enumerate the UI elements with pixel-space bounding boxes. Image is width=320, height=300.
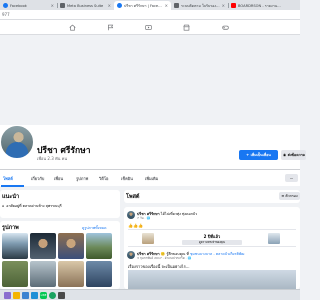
posts-title: โพสต์ bbox=[126, 194, 140, 200]
filter-button[interactable]: ≡ ตัวกรอง bbox=[279, 192, 300, 200]
os-taskbar: LINE bbox=[0, 289, 300, 300]
post-author-avatar[interactable] bbox=[127, 251, 135, 259]
photo-thumbnail[interactable] bbox=[2, 261, 28, 287]
memory-card[interactable]: 2 ปีที่แล้ว ดูความทรงจำของคุณ bbox=[128, 229, 296, 247]
shared-post-timestamp[interactable]: 3 กุมภาพันธ์ 2017 · อำเภอปากเกร็ด · 🌐 bbox=[137, 256, 191, 261]
add-friend-label: เพิ่มเป็นเพื่อน bbox=[250, 153, 271, 157]
more-options-button[interactable]: ··· bbox=[285, 174, 298, 182]
tab-label: ปรีชา ศรีรักษา | Facebook bbox=[124, 3, 163, 8]
tab-checkins[interactable]: เช็คอิน bbox=[121, 175, 133, 182]
message-label: ส่งข้อความ bbox=[287, 153, 306, 157]
document-icon bbox=[60, 3, 65, 8]
browser-tab-strip: Facebook × Meta Business Suite × ปรีชา ศ… bbox=[0, 0, 300, 10]
tab-about[interactable]: เกี่ยวกับ bbox=[31, 175, 44, 182]
line-app-icon[interactable]: LINE bbox=[40, 292, 47, 299]
profile-avatar[interactable] bbox=[0, 125, 34, 159]
document-icon bbox=[174, 3, 179, 8]
address-bar[interactable]: 977 bbox=[0, 10, 300, 20]
browser-tab-medical[interactable]: ระบบติดตาม ใบรับรองแพทย์ออนไลน์ × bbox=[171, 1, 228, 10]
intro-location: ⌂ อาศัยอยู่ที่ ตลาดด่านช้าง สุพรรณบุรี bbox=[2, 203, 62, 209]
facebook-icon bbox=[117, 3, 122, 8]
app-launcher-icon[interactable] bbox=[4, 292, 11, 299]
tab-label: ระบบติดตาม ใบรับรองแพทย์ออนไลน์ bbox=[181, 3, 220, 8]
add-friend-icon: + bbox=[246, 153, 250, 157]
posts-header: โพสต์ ≡ ตัวกรอง bbox=[124, 190, 300, 203]
photo-thumbnail[interactable] bbox=[86, 233, 112, 259]
filter-icon: ≡ bbox=[281, 194, 285, 198]
post-card: ปรีชา ศรีรักษา ได้ไปเที่ยวทุ่ง ทุ่งดอกบั… bbox=[124, 207, 300, 289]
app-icon[interactable] bbox=[58, 292, 65, 299]
tab-videos[interactable]: วิดีโอ bbox=[99, 175, 108, 182]
messenger-icon: ◉ bbox=[283, 153, 287, 157]
filter-label: ตัวกรอง bbox=[285, 194, 298, 198]
youtube-icon bbox=[231, 3, 236, 8]
tab-more[interactable]: เพิ่มเติม bbox=[145, 175, 158, 182]
photo-thumbnail[interactable] bbox=[58, 233, 84, 259]
edge-icon[interactable] bbox=[31, 292, 38, 299]
cover-photo-area bbox=[0, 35, 300, 125]
photo-thumbnail[interactable] bbox=[58, 261, 84, 287]
photo-thumbnail[interactable] bbox=[86, 261, 112, 287]
marketplace-icon[interactable] bbox=[182, 23, 190, 31]
tab-friends[interactable]: เพื่อน bbox=[54, 175, 63, 182]
tab-photos[interactable]: รูปภาพ bbox=[76, 175, 88, 182]
intro-location-text: อาศัยอยู่ที่ ตลาดด่านช้าง สุพรรณบุรี bbox=[6, 204, 62, 208]
photos-title: รูปภาพ bbox=[2, 225, 19, 231]
profile-tabs: โพสต์ เกี่ยวกับ เพื่อน รูปภาพ วิดีโอ เช็… bbox=[0, 169, 300, 187]
see-all-photos-link[interactable]: ดูรูปภาพทั้งหมด bbox=[82, 225, 107, 231]
url-text: 977 bbox=[2, 12, 10, 17]
close-icon[interactable]: × bbox=[165, 3, 168, 8]
post-action: ได้ไปเที่ยวทุ่ง ทุ่งดอกบัว bbox=[159, 212, 198, 216]
close-icon[interactable]: × bbox=[108, 3, 111, 8]
browser-icon[interactable] bbox=[22, 292, 29, 299]
file-explorer-icon[interactable] bbox=[13, 292, 20, 299]
photo-thumbnail[interactable] bbox=[30, 261, 56, 287]
post-image[interactable] bbox=[128, 270, 296, 289]
browser-tab-meta-business[interactable]: Meta Business Suite × bbox=[57, 1, 114, 10]
intro-title: แนะนำ bbox=[2, 194, 20, 200]
facebook-icon bbox=[3, 3, 8, 8]
intro-card: แนะนำ ⌂ อาศัยอยู่ที่ ตลาดด่านช้าง สุพรรณ… bbox=[0, 190, 120, 218]
tab-label: Meta Business Suite bbox=[67, 3, 104, 8]
reaction-emojis: 👍👍👍 bbox=[128, 223, 143, 228]
photo-thumbnail[interactable] bbox=[30, 233, 56, 259]
tab-posts[interactable]: โพสต์ bbox=[3, 175, 13, 182]
tab-label: Facebook bbox=[10, 3, 27, 8]
facebook-top-nav bbox=[0, 20, 300, 35]
close-icon[interactable]: × bbox=[51, 3, 54, 8]
friend-count[interactable]: เพื่อน 2.3 พัน คน bbox=[37, 155, 67, 162]
message-button[interactable]: ◉ ส่งข้อความ bbox=[281, 150, 306, 160]
video-icon[interactable] bbox=[144, 23, 152, 31]
browser-tab-boardrson[interactable]: BOARDRSON - รายงานผลโพล bbox=[228, 1, 285, 10]
home-icon[interactable] bbox=[68, 23, 76, 31]
memory-subtitle[interactable]: ดูความทรงจำของคุณ bbox=[182, 240, 242, 245]
gaming-icon[interactable] bbox=[221, 23, 229, 31]
photo-thumbnail[interactable] bbox=[2, 233, 28, 259]
photos-card: รูปภาพ ดูรูปภาพทั้งหมด bbox=[0, 221, 120, 289]
add-friend-button[interactable]: + เพิ่มเป็นเพื่อน bbox=[239, 150, 278, 160]
tab-label: BOARDRSON - รายงานผลโพล bbox=[238, 3, 282, 8]
browser-tab-profile[interactable]: ปรีชา ศรีรักษา | Facebook × bbox=[114, 1, 171, 10]
browser-tab-facebook[interactable]: Facebook × bbox=[0, 1, 57, 10]
post-timestamp[interactable]: 7 วัน · 🌐 bbox=[137, 216, 150, 221]
home-icon: ⌂ bbox=[2, 204, 5, 208]
shared-post-place-link[interactable]: ชุมชนบางบาล - ตลาดบัวเกียรติพัฒ bbox=[190, 252, 244, 256]
shared-post-text: เรื่องราวของเรื่องนี้ จะเป็นอย่างไร... bbox=[128, 264, 190, 269]
active-tab-indicator bbox=[1, 185, 24, 187]
close-icon[interactable]: × bbox=[222, 3, 225, 8]
memory-photo bbox=[268, 233, 280, 244]
post-author-avatar[interactable] bbox=[127, 211, 135, 219]
flag-icon[interactable] bbox=[106, 23, 114, 31]
chrome-icon[interactable] bbox=[49, 292, 56, 299]
